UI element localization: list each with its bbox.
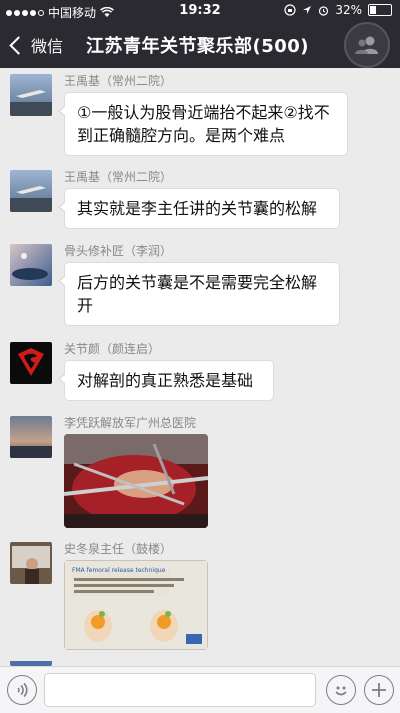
group-info-button[interactable] [344, 22, 390, 68]
nav-bar: 微信 江苏青年关节聚乐部(500) [0, 22, 400, 68]
battery-percent: 32% [335, 3, 362, 17]
location-icon [303, 6, 312, 14]
avatar[interactable] [10, 342, 52, 384]
avatar[interactable] [10, 244, 52, 286]
sender-name: 王禹基（常州二院） [64, 74, 173, 88]
voice-icon [17, 682, 28, 698]
sender-name: 王禹基（常州二院） [64, 170, 173, 184]
alarm-icon [319, 5, 329, 16]
sender-name: 史冬泉主任（鼓楼） [64, 542, 173, 556]
slide-title: FMA femoral release technique [72, 567, 166, 574]
plus-icon [372, 683, 386, 697]
avatar[interactable] [10, 656, 52, 666]
message-bubble[interactable]: 对解剖的真正熟悉是基础 [58, 360, 274, 401]
sender-name: 李凭跃解放军广州总医院 [64, 416, 197, 430]
message-bubble[interactable]: 后方的关节囊是不是需要完全松解开 [58, 262, 340, 326]
message-bubble[interactable]: 其实就是李主任讲的关节囊的松解 [58, 188, 340, 229]
chat-area[interactable]: 王禹基（常州二院） ①一般认为股骨近端抬不起来②找不到正确髓腔方向。是两个难点 … [0, 68, 400, 666]
message-input[interactable] [44, 673, 316, 707]
back-button[interactable]: 微信 [8, 33, 63, 57]
back-label: 微信 [31, 37, 64, 56]
sender-name: 关节颜（颜连启） [64, 342, 161, 356]
avatar[interactable] [10, 542, 52, 584]
presentation-slide: FMA femoral release technique [64, 560, 208, 650]
plus-button[interactable] [364, 675, 394, 705]
surgery-photo [64, 434, 208, 528]
orientation-lock-icon [284, 4, 296, 16]
emoji-button[interactable] [326, 675, 356, 705]
status-bar: 中国移动 19:32 32% [0, 0, 400, 22]
chevron-left-icon [9, 35, 28, 55]
sender-name: 骨头修补匠（李润） [64, 244, 173, 258]
chat-title: 江苏青年关节聚乐部(500) [86, 36, 310, 57]
image-message[interactable] [64, 434, 208, 528]
avatar[interactable] [10, 416, 52, 458]
voice-button[interactable] [7, 675, 37, 705]
avatar[interactable] [10, 170, 52, 212]
input-bar [0, 666, 400, 713]
image-message[interactable]: FMA femoral release technique [64, 560, 208, 650]
avatar[interactable] [10, 74, 52, 116]
battery-fill [370, 6, 376, 14]
group-people-icon [355, 36, 378, 54]
emoji-icon [335, 686, 347, 696]
battery-icon [368, 4, 392, 16]
message-bubble[interactable]: ①一般认为股骨近端抬不起来②找不到正确髓腔方向。是两个难点 [58, 92, 348, 156]
